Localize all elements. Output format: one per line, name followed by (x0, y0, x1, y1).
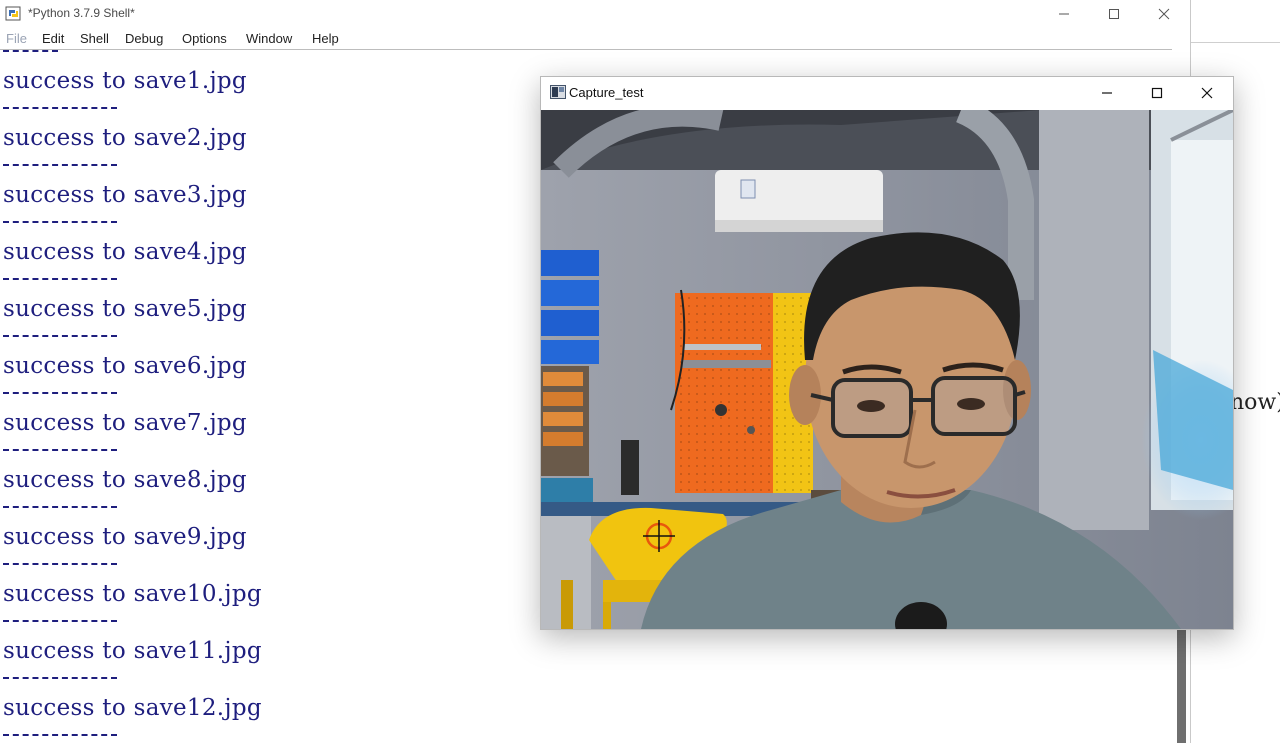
output-separator (3, 392, 117, 394)
output-separator (3, 107, 117, 109)
shell-scrollbar-thumb[interactable] (1177, 628, 1186, 743)
idle-maximize-button[interactable] (1088, 0, 1140, 28)
python-idle-icon (5, 6, 21, 21)
capture-close-button[interactable] (1183, 77, 1231, 109)
output-line: success to save2.jpg (3, 125, 247, 151)
close-icon (1201, 87, 1213, 99)
menu-options[interactable]: Options (182, 31, 227, 46)
idle-close-button[interactable] (1138, 0, 1190, 28)
capture-titlebar[interactable]: Capture_test (541, 77, 1233, 109)
maximize-icon (1109, 9, 1119, 19)
output-line: success to save7.jpg (3, 410, 247, 436)
output-separator (3, 221, 117, 223)
output-line: success to save11.jpg (3, 638, 262, 664)
webcam-image (541, 110, 1233, 629)
output-line: success to save12.jpg (3, 695, 262, 721)
output-line: success to save3.jpg (3, 182, 247, 208)
output-separator (3, 563, 117, 565)
idle-window-title: *Python 3.7.9 Shell* (28, 6, 135, 20)
output-separator (3, 620, 117, 622)
output-separator (3, 278, 117, 280)
menu-file[interactable]: File (6, 31, 27, 46)
output-line: success to save10.jpg (3, 581, 262, 607)
output-line: success to save1.jpg (3, 68, 247, 94)
output-separator (3, 734, 117, 736)
maximize-icon (1151, 87, 1163, 99)
close-icon (1158, 8, 1170, 20)
background-window-divider (1191, 42, 1280, 43)
idle-menubar: File Edit Shell Debug Options Window Hel… (0, 29, 1190, 49)
output-line: success to save4.jpg (3, 239, 247, 265)
output-line: success to save9.jpg (3, 524, 247, 550)
output-separator (3, 335, 117, 337)
output-separator (3, 164, 117, 166)
menu-help[interactable]: Help (312, 31, 339, 46)
capture-window-title: Capture_test (569, 85, 644, 100)
webcam-frame (541, 110, 1233, 629)
menu-edit[interactable]: Edit (42, 31, 64, 46)
output-separator (3, 50, 58, 52)
output-line: success to save6.jpg (3, 353, 247, 379)
menu-window[interactable]: Window (246, 31, 292, 46)
output-line: success to save5.jpg (3, 296, 247, 322)
menu-shell[interactable]: Shell (80, 31, 109, 46)
output-separator (3, 506, 117, 508)
idle-titlebar[interactable]: *Python 3.7.9 Shell* (0, 0, 1190, 28)
capture-test-window: Capture_test (540, 76, 1234, 630)
output-line: success to save8.jpg (3, 467, 247, 493)
background-window-text: now) (1230, 390, 1280, 415)
menu-debug[interactable]: Debug (125, 31, 163, 46)
output-separator (3, 449, 117, 451)
opencv-window-icon (550, 85, 566, 99)
capture-minimize-button[interactable] (1083, 77, 1131, 109)
idle-minimize-button[interactable] (1038, 0, 1090, 28)
minimize-icon (1059, 13, 1069, 15)
minimize-icon (1102, 92, 1112, 94)
output-separator (3, 677, 117, 679)
capture-maximize-button[interactable] (1133, 77, 1181, 109)
